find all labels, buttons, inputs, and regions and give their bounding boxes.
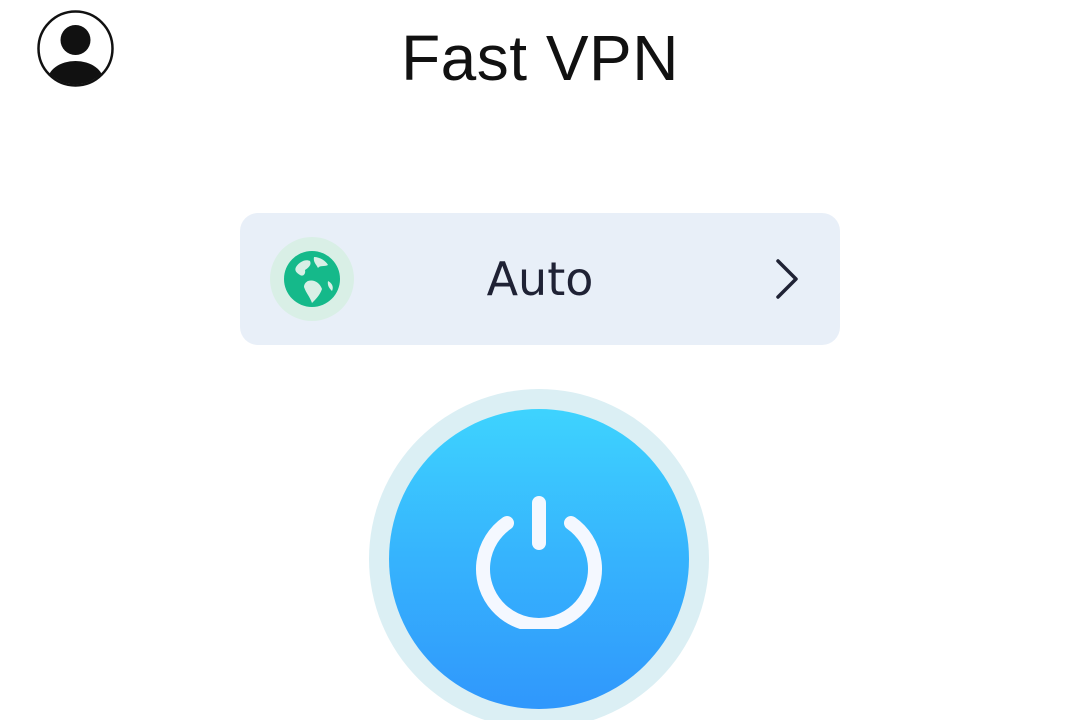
chevron-right-icon	[770, 257, 804, 301]
vpn-home-screen: Fast VPN Auto	[0, 0, 1080, 720]
server-selector[interactable]: Auto	[240, 213, 840, 345]
server-location-label: Auto	[486, 252, 594, 306]
connect-area	[369, 389, 709, 720]
app-title: Fast VPN	[401, 22, 679, 94]
power-icon	[469, 489, 609, 629]
connect-button[interactable]	[389, 409, 689, 709]
